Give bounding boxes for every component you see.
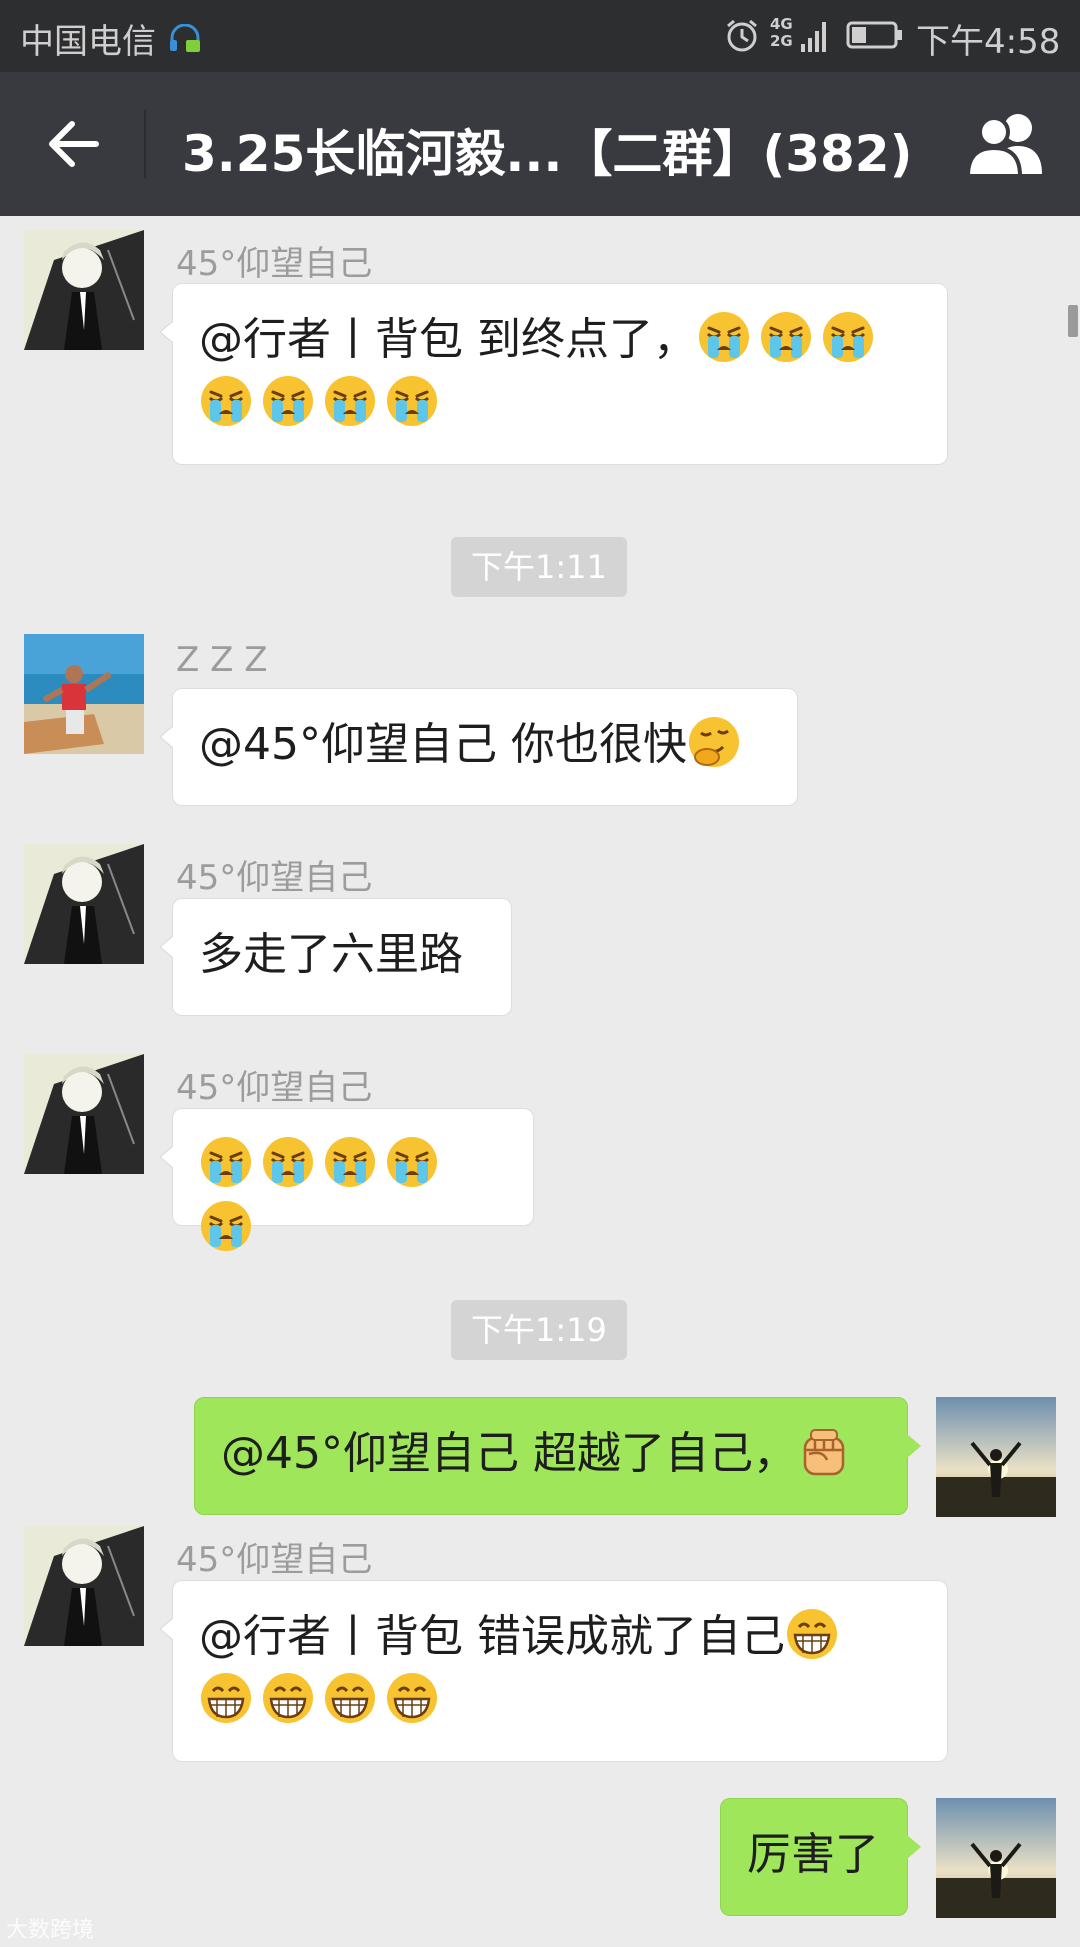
crying-face-icon (821, 310, 875, 364)
network-type-label: 4G 2G (770, 15, 793, 50)
message-text: 厉害了 (747, 1829, 879, 1880)
crying-face-icon (199, 374, 253, 428)
sender-name: 45°仰望自己 (176, 1068, 373, 1108)
sender-name: 45°仰望自己 (176, 244, 373, 284)
status-bar: 中国电信 4G 2G 下午4:58 (0, 0, 1080, 72)
message-text: @45°仰望自己 你也很快 (199, 719, 687, 770)
grinning-face-icon (199, 1671, 253, 1725)
grinning-face-icon (261, 1671, 315, 1725)
crying-face-icon (323, 374, 377, 428)
grinning-face-icon (385, 1671, 439, 1725)
fist-icon (803, 1428, 845, 1476)
headset-icon (170, 24, 200, 52)
group-members-icon[interactable] (962, 108, 1048, 180)
alarm-icon (727, 19, 757, 52)
message-text: @行者丨背包 错误成就了自己 (199, 1611, 785, 1662)
chat-title: 3.25长临河毅...【二群】(382) (182, 125, 913, 183)
message-text: @45°仰望自己 超越了自己， (221, 1428, 797, 1479)
my-avatar[interactable] (936, 1397, 1056, 1517)
crying-face-icon (261, 1135, 315, 1189)
message-text: 多走了六里路 (199, 929, 463, 980)
message-bubble[interactable]: @行者丨背包 错误成就了自己 (159, 1580, 948, 1762)
crying-face-icon (385, 1135, 439, 1189)
crying-face-icon (697, 310, 751, 364)
giggle-face-icon (687, 715, 741, 769)
watermark: 大数跨境 (6, 1918, 95, 1943)
timestamp: 下午1:11 (451, 537, 627, 597)
message-bubble[interactable]: 厉害了 (720, 1798, 921, 1916)
message-bubble[interactable] (159, 1108, 534, 1253)
header-divider (144, 110, 146, 178)
message-bubble[interactable]: @45°仰望自己 超越了自己， (194, 1397, 921, 1515)
message-text: @行者丨背包 到终点了， (199, 314, 697, 365)
sender-name: 45°仰望自己 (176, 1540, 373, 1580)
sender-name: 45°仰望自己 (176, 858, 373, 898)
crying-face-icon (323, 1135, 377, 1189)
scrollbar[interactable] (1068, 305, 1078, 337)
crying-face-icon (759, 310, 813, 364)
battery-icon (846, 21, 902, 49)
crying-face-icon (199, 1135, 253, 1189)
message-bubble[interactable]: @行者丨背包 到终点了， (159, 283, 948, 465)
avatar[interactable] (24, 844, 144, 964)
crying-face-icon (385, 374, 439, 428)
grinning-face-icon (785, 1607, 839, 1661)
arrow-left-icon[interactable] (42, 112, 106, 176)
signal-icon (801, 22, 826, 52)
timestamp: 下午1:19 (451, 1300, 627, 1360)
message-bubble[interactable]: @45°仰望自己 你也很快 (159, 688, 798, 806)
avatar[interactable] (24, 230, 144, 350)
grinning-face-icon (323, 1671, 377, 1725)
clock: 下午4:58 (916, 22, 1061, 62)
crying-face-icon (199, 1199, 253, 1253)
my-avatar[interactable] (936, 1798, 1056, 1918)
avatar[interactable] (24, 1526, 144, 1646)
message-bubble[interactable]: 多走了六里路 (159, 898, 512, 1016)
sender-name: Z Z Z (176, 640, 268, 680)
avatar[interactable] (24, 634, 144, 754)
avatar[interactable] (24, 1054, 144, 1174)
chat-header: 3.25长临河毅...【二群】(382) (0, 72, 1080, 216)
crying-face-icon (261, 374, 315, 428)
carrier-label: 中国电信 (20, 22, 156, 62)
